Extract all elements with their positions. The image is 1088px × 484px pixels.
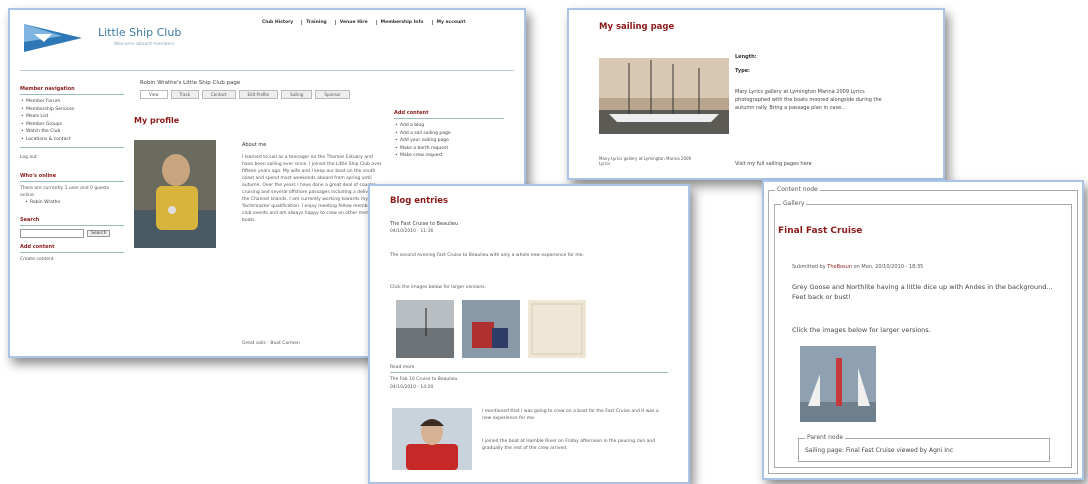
parent-node-fieldset: Parent node Sailing page: Final Fast Cru… bbox=[798, 434, 1050, 462]
click-images-text: Click the images below for larger versio… bbox=[390, 285, 487, 290]
add-content-item[interactable]: Add a sail sailing page bbox=[394, 130, 504, 138]
blog-entry-title[interactable]: The Fast Cruise to Beaulieu bbox=[390, 220, 458, 228]
submitted-suffix: on Mon, 20/10/2010 - 18:35 bbox=[853, 264, 924, 270]
search-input[interactable] bbox=[20, 228, 84, 238]
tab-track[interactable]: Track bbox=[170, 90, 199, 99]
left-sidebar: Member navigation Member Forum Membershi… bbox=[20, 86, 124, 263]
profile-tabs: View Track Contact Edit Profile Sailing … bbox=[140, 90, 350, 99]
sailing-page-screenshot: My sailing page Many Lyrics gallery at L… bbox=[567, 8, 945, 180]
submitted-info: Submitted by TheBosun on Mon, 20/10/2010… bbox=[792, 264, 923, 271]
tab-contact[interactable]: Contact bbox=[201, 90, 236, 99]
read-more-link[interactable]: Read more bbox=[390, 364, 414, 371]
blog-entry-photo bbox=[392, 408, 472, 470]
content-node-screenshot: Content node Gallery Final Fast Cruise S… bbox=[762, 180, 1084, 480]
parent-node-link[interactable]: Sailing page: Final Fast Cruise viewed b… bbox=[805, 447, 953, 454]
header-divider bbox=[20, 70, 514, 71]
member-nav-list: Member Forum Membership Services Meals L… bbox=[20, 98, 124, 143]
click-images-text: Click the images below for larger versio… bbox=[792, 326, 931, 334]
about-title: About me bbox=[242, 142, 267, 148]
top-navigation: Club History Training Venue Hire Members… bbox=[262, 20, 466, 25]
blog-entry-date: 04/10/2010 - 14:20 bbox=[390, 385, 434, 390]
add-content-list: Add a blog Add a sail sailing page Add y… bbox=[394, 122, 504, 160]
blog-entry-text: The second evening Fast Cruise to Beauli… bbox=[390, 253, 584, 258]
gallery-thumbnail[interactable] bbox=[462, 300, 520, 358]
entry-divider bbox=[390, 372, 668, 373]
club-logo bbox=[24, 24, 82, 52]
gallery-thumbnail[interactable] bbox=[528, 300, 586, 358]
add-content-item[interactable]: Make a berth request bbox=[394, 145, 504, 153]
search-button[interactable]: Search bbox=[87, 229, 111, 237]
gallery-legend: Gallery bbox=[781, 200, 807, 207]
profile-title: My profile bbox=[134, 116, 180, 125]
online-users: Robin Wrathe bbox=[24, 199, 124, 207]
online-user[interactable]: Robin Wrathe bbox=[24, 199, 124, 207]
logout-link[interactable]: Log out bbox=[20, 154, 124, 161]
visit-sailing-pages-link[interactable]: Visit my full sailing pages here bbox=[735, 160, 812, 168]
node-body-text: Grey Goose and Northlite having a little… bbox=[792, 283, 1053, 301]
blog-entries-screenshot: Blog entries The Fast Cruise to Beaulieu… bbox=[368, 184, 690, 484]
blog-entry-date: 04/10/2010 - 11:36 bbox=[390, 229, 434, 234]
marina-photo bbox=[599, 58, 729, 134]
sailing-description: Mary Lyrics gallery at Lymington Marina … bbox=[735, 89, 882, 111]
member-nav-item[interactable]: Watch the Club bbox=[20, 128, 124, 136]
sailing-page-title: My sailing page bbox=[599, 22, 675, 32]
blog-entry-title[interactable]: The Fab 10 Cruise to Beaulieu bbox=[390, 376, 457, 383]
profile-signoff: Great sails - Boat Carmen bbox=[242, 341, 300, 346]
blog-title: Blog entries bbox=[390, 196, 449, 206]
page-title: Robin Wrathe's Little Ship Club page bbox=[140, 80, 241, 86]
blog-entry-text: I mentioned that I was going to crew on … bbox=[482, 409, 659, 421]
tab-sponsor[interactable]: Sponsor bbox=[315, 90, 350, 99]
add-content-side-title: Add content bbox=[20, 244, 124, 253]
add-content-item[interactable]: Make crew request bbox=[394, 152, 504, 160]
about-text: I learned to sail as a teenager on the T… bbox=[242, 155, 382, 223]
add-content-item[interactable]: Add your sailing page bbox=[394, 137, 504, 145]
tab-edit-profile[interactable]: Edit Profile bbox=[238, 90, 278, 99]
length-label: Length: bbox=[735, 54, 757, 60]
search-title: Search bbox=[20, 217, 124, 226]
photo-caption: Many Lyrics gallery at Lymington Marina … bbox=[599, 156, 692, 166]
content-node-legend: Content node bbox=[775, 186, 820, 193]
add-content-block: Add content Add a blog Add a sail sailin… bbox=[394, 110, 504, 160]
nav-membership-info[interactable]: Membership Info bbox=[375, 20, 424, 25]
tab-sailing[interactable]: Sailing bbox=[281, 90, 313, 99]
member-nav-item[interactable]: Member Groups bbox=[20, 121, 124, 129]
search-form: Search bbox=[20, 228, 124, 238]
site-name[interactable]: Little Ship Club bbox=[98, 26, 181, 39]
member-nav-title: Member navigation bbox=[20, 86, 124, 95]
submitted-prefix: Submitted by bbox=[792, 264, 826, 270]
site-slogan: Welcome aboard members bbox=[114, 42, 175, 47]
add-content-item[interactable]: Add a blog bbox=[394, 122, 504, 130]
whos-online-title: Who's online bbox=[20, 173, 124, 182]
whos-online-text: There are currently 1 user and 0 guests … bbox=[20, 186, 110, 198]
parent-node-legend: Parent node bbox=[805, 434, 846, 441]
add-content-title: Add content bbox=[394, 110, 504, 119]
author-link[interactable]: TheBosun bbox=[827, 264, 852, 270]
gallery-thumbnail[interactable] bbox=[800, 346, 876, 422]
create-content-link[interactable]: Create content bbox=[20, 256, 124, 263]
member-nav-item[interactable]: Locations & contact bbox=[20, 136, 124, 144]
gallery-thumbnail[interactable] bbox=[396, 300, 454, 358]
member-nav-item[interactable]: Meals List bbox=[20, 113, 124, 121]
profile-photo bbox=[134, 140, 216, 248]
divider bbox=[20, 147, 124, 148]
type-label: Type: bbox=[735, 68, 751, 74]
nav-my-account[interactable]: My account bbox=[431, 20, 466, 25]
gallery-fieldset: Gallery bbox=[774, 200, 1072, 468]
tab-view[interactable]: View bbox=[140, 90, 168, 99]
node-title: Final Fast Cruise bbox=[778, 226, 863, 236]
member-nav-item[interactable]: Member Forum bbox=[20, 98, 124, 106]
blog-entry-text: I joined the boat at Hamble River on Fri… bbox=[482, 439, 656, 451]
nav-training[interactable]: Training bbox=[301, 20, 327, 25]
nav-club-history[interactable]: Club History bbox=[262, 20, 293, 25]
member-nav-item[interactable]: Membership Services bbox=[20, 106, 124, 114]
nav-venue-hire[interactable]: Venue Hire bbox=[334, 20, 368, 25]
